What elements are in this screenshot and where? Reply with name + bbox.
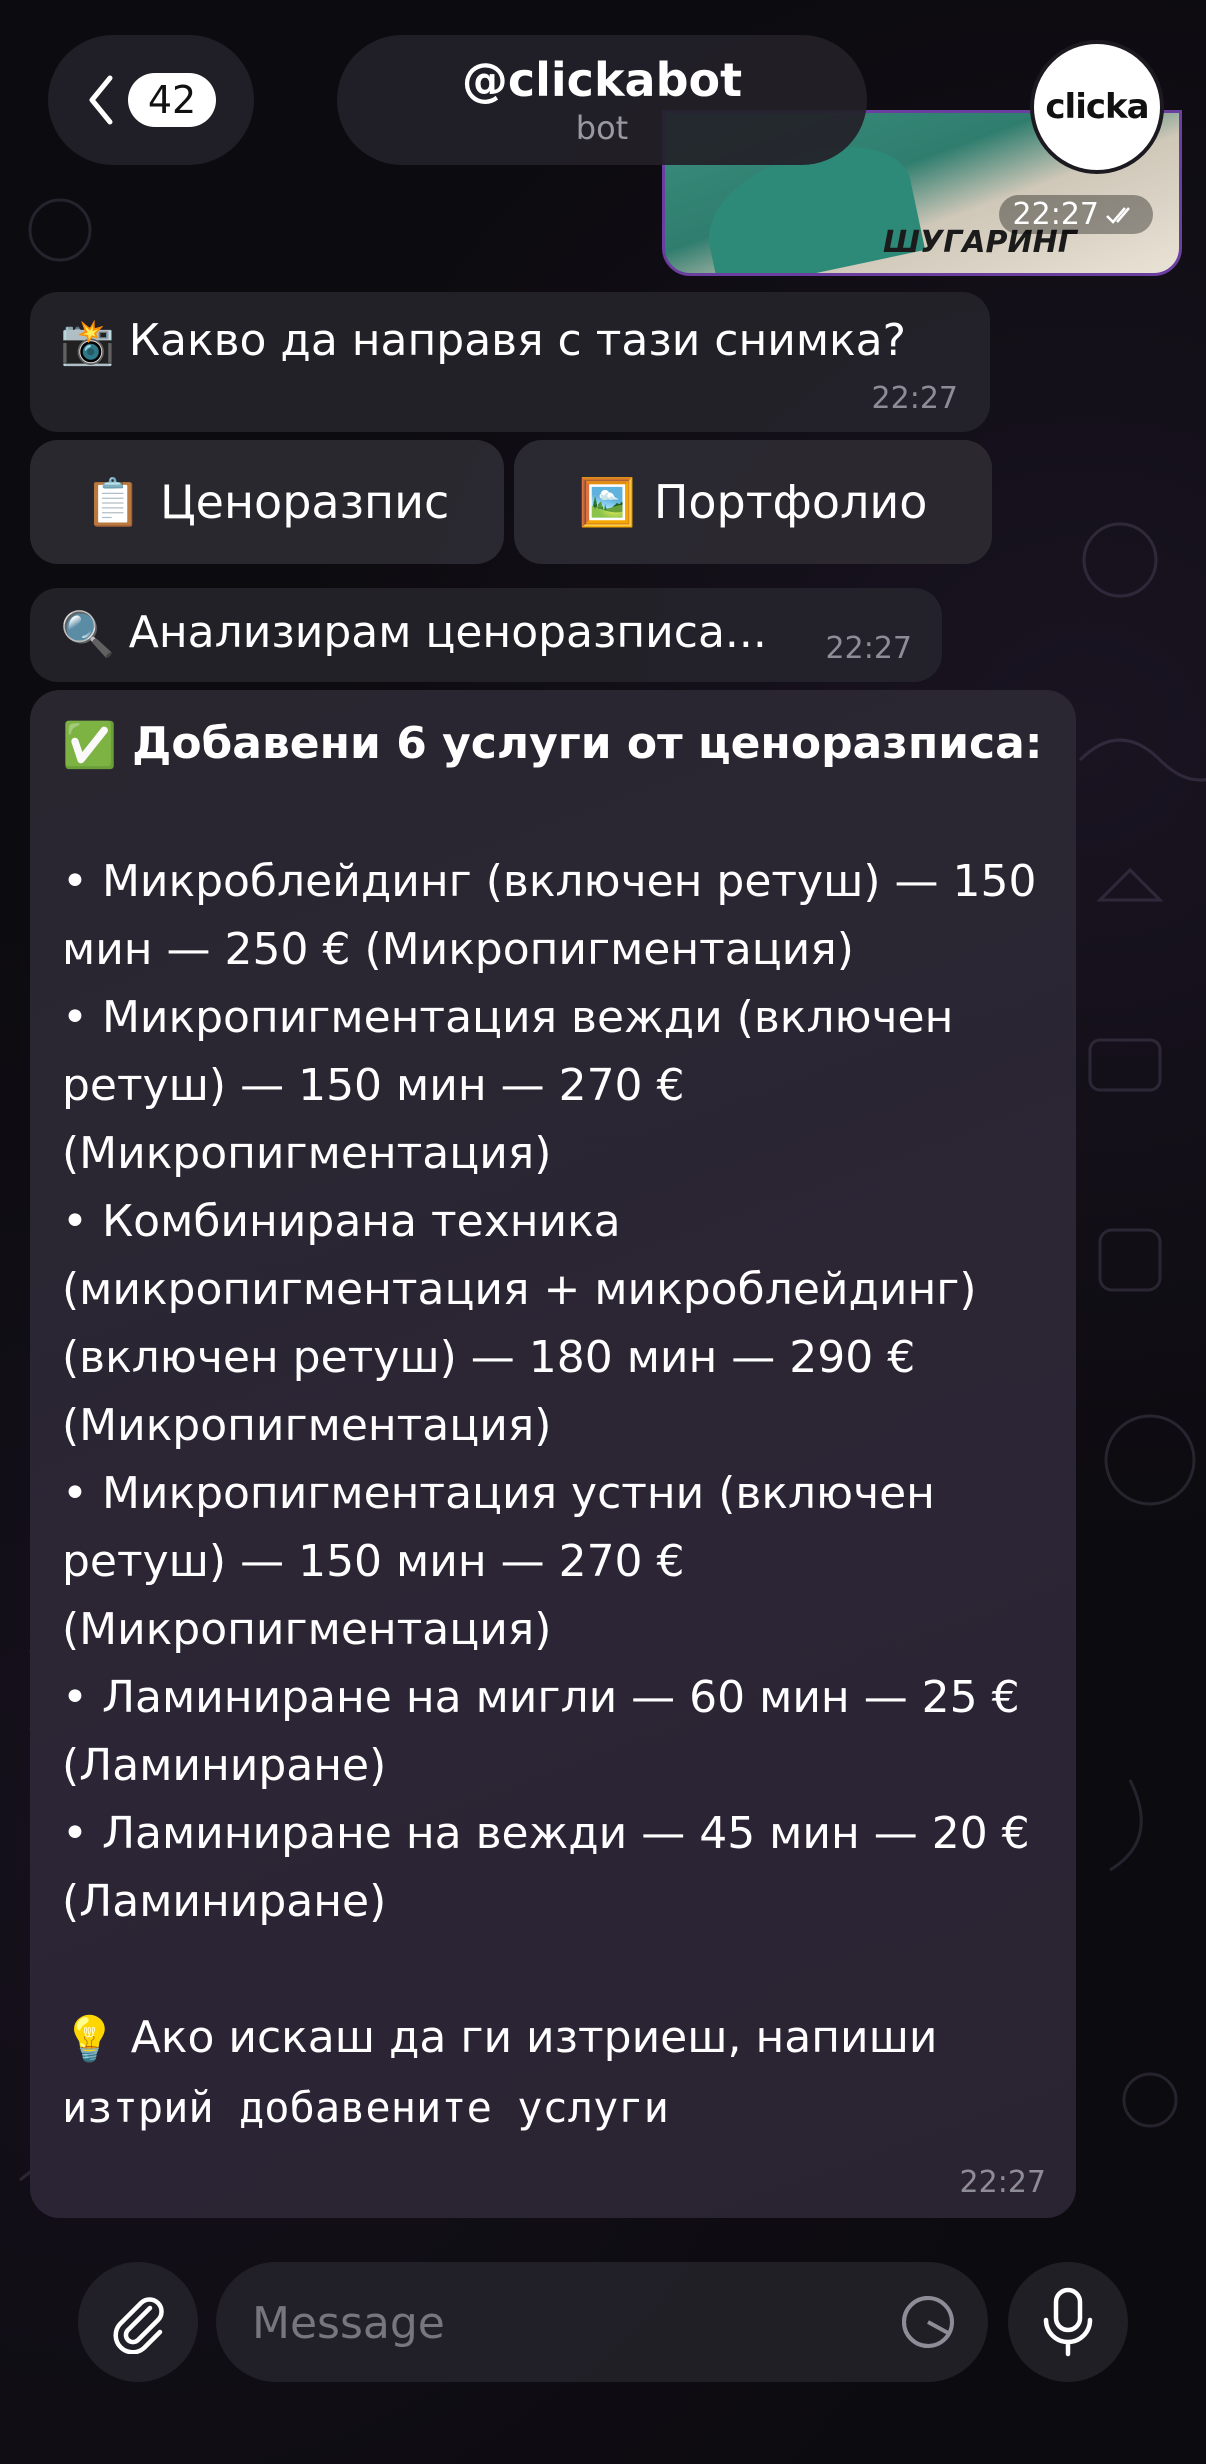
pricelist-button-label: Ценоразпис (159, 475, 450, 529)
service-item: • Ламиниране на вежди — 45 мин — 20 € (Л… (62, 1808, 1030, 1927)
light-bulb-icon: 💡 (62, 2014, 117, 2065)
analyzing-message: 🔍 Анализирам ценоразписа... 22:27 (30, 588, 942, 682)
chat-title: @clickabot (461, 53, 743, 107)
result-title: ✅ Добавени 6 услуги от ценоразписа: (62, 710, 1062, 780)
pricelist-button[interactable]: 📋 Ценоразпис (30, 440, 504, 564)
result-time: 22:27 (959, 2165, 1046, 2200)
service-item: • Микропигментация устни (включен ретуш)… (62, 1468, 935, 1655)
question-text: Какво да направя с тази снимка? (128, 315, 906, 366)
photo-timestamp: 22:27 (998, 195, 1153, 234)
analyzing-text: Анализирам ценоразписа... (128, 607, 767, 658)
photo-time-text: 22:27 (1012, 197, 1099, 232)
service-item: • Ламиниране на мигли — 60 мин — 25 € (Л… (62, 1672, 1020, 1791)
message-field[interactable] (216, 2262, 988, 2384)
question-message: 📸 Какво да направя с тази снимка? 22:27 (30, 292, 990, 432)
magnifier-icon: 🔍 (60, 609, 115, 660)
result-message: ✅ Добавени 6 услуги от ценоразписа: • Ми… (30, 690, 1076, 2218)
bot-avatar[interactable]: clicka (1030, 40, 1164, 174)
portfolio-button[interactable]: 🖼️ Портфолио (514, 440, 992, 564)
avatar-logo-text: clicka (1045, 87, 1149, 127)
chevron-left-icon (89, 75, 113, 125)
hint-line: 💡 Ако искаш да ги изтриеш, напиши (62, 2004, 1062, 2074)
service-item: • Комбинирана техника (микропигментация … (62, 1196, 977, 1451)
framed-picture-icon: 🖼️ (578, 474, 636, 529)
service-item: • Микропигментация вежди (включен ретуш)… (62, 992, 954, 1179)
chat-subtitle: bot (575, 109, 629, 147)
unread-count-badge: 42 (127, 73, 217, 127)
back-button[interactable]: 42 (48, 35, 254, 165)
hint-text: Ако искаш да ги изтриеш, напиши (130, 2012, 938, 2063)
microphone-icon (1043, 2287, 1093, 2357)
sticker-icon[interactable] (898, 2292, 958, 2352)
analyzing-time: 22:27 (825, 631, 912, 666)
delete-command[interactable]: изтрий добавените услуги (62, 2074, 1062, 2142)
double-check-icon (1106, 206, 1130, 224)
result-title-text: Добавени 6 услуги от ценоразписа: (132, 718, 1043, 769)
portfolio-button-label: Портфолио (653, 475, 928, 529)
question-time: 22:27 (871, 381, 958, 416)
microphone-button[interactable] (1008, 2262, 1128, 2382)
service-item: • Микроблейдинг (включен ретуш) — 150 ми… (62, 856, 1037, 975)
chat-header[interactable]: @clickabot bot (337, 35, 867, 165)
message-input[interactable] (250, 2262, 854, 2384)
camera-flash-icon: 📸 (60, 317, 115, 368)
paperclip-icon (113, 2297, 164, 2354)
check-mark-icon: ✅ (62, 720, 117, 771)
clipboard-icon: 📋 (84, 474, 142, 529)
attach-button[interactable] (78, 2262, 198, 2382)
